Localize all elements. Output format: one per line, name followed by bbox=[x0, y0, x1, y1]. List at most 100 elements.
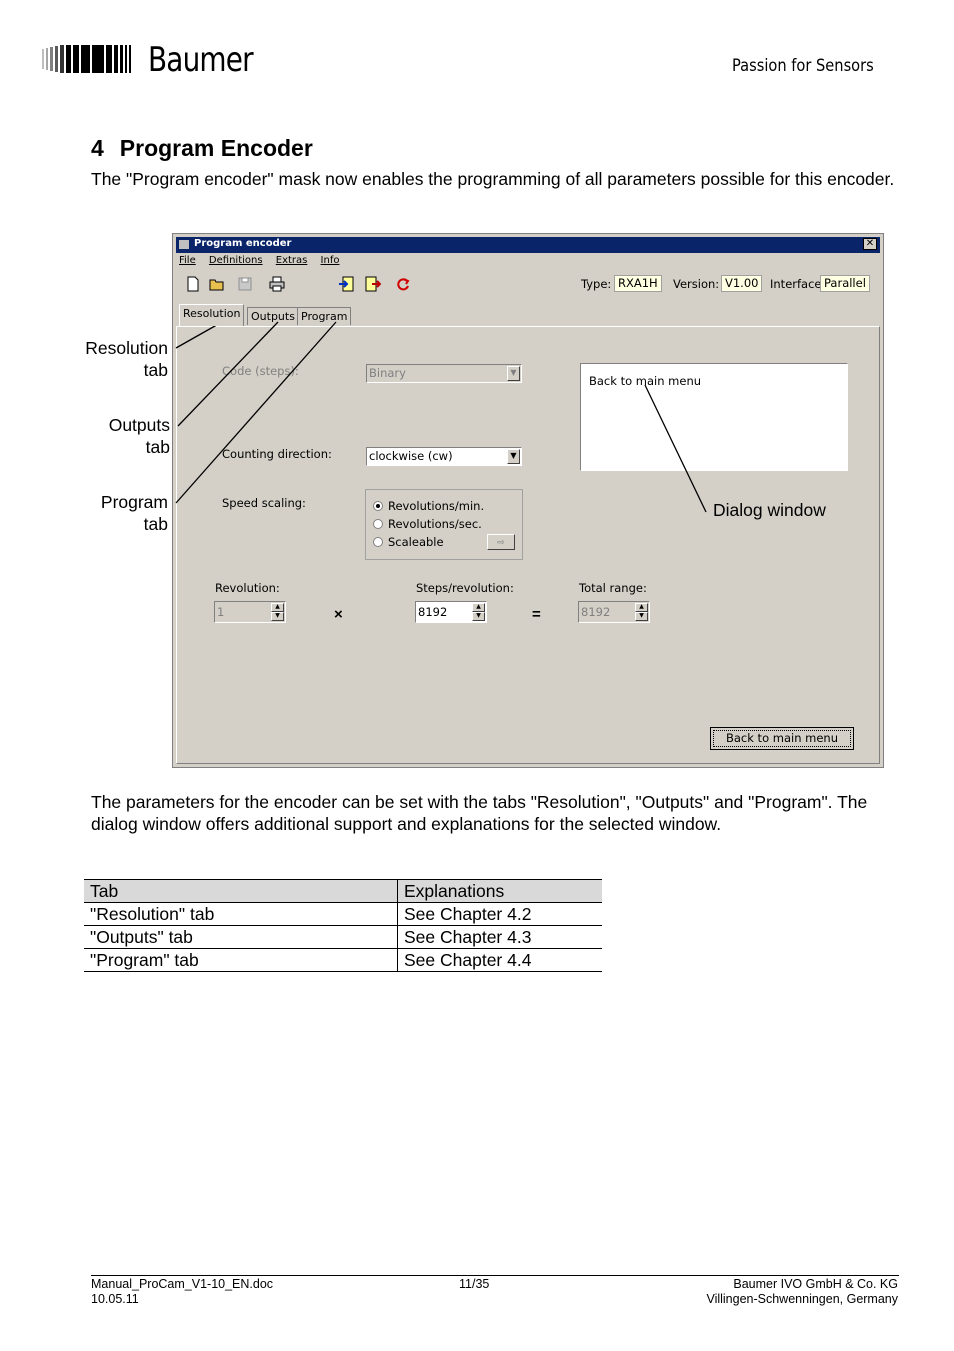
button-label: Back to main menu bbox=[713, 730, 851, 747]
new-file-icon[interactable] bbox=[185, 276, 201, 292]
tabs-table: Tab Explanations "Resolution" tab See Ch… bbox=[84, 879, 602, 972]
radio-revolutions-sec[interactable]: Revolutions/sec. bbox=[373, 517, 482, 531]
intro-paragraph: The "Program encoder" mask now enables t… bbox=[91, 169, 895, 189]
revolution-label: Revolution: bbox=[215, 581, 280, 595]
type-value: RXA1H bbox=[614, 275, 662, 292]
radio-label: Revolutions/min. bbox=[388, 499, 485, 513]
dialog-window-callout: Dialog window bbox=[713, 500, 826, 520]
revolution-spinner[interactable]: 1 ▲ ▼ bbox=[214, 601, 286, 623]
total-range-label: Total range: bbox=[579, 581, 647, 595]
table-cell: "Program" tab bbox=[84, 948, 398, 972]
code-select[interactable]: Binary ▼ bbox=[366, 364, 522, 383]
reset-icon[interactable] bbox=[395, 276, 411, 292]
steps-value: 8192 bbox=[418, 605, 448, 619]
table-cell: See Chapter 4.2 bbox=[397, 902, 602, 926]
speed-scaling-label: Speed scaling: bbox=[222, 496, 306, 510]
dialog-window: Back to main menu bbox=[580, 363, 848, 471]
body-paragraph: The parameters for the encoder can be se… bbox=[91, 792, 868, 834]
print-icon[interactable] bbox=[269, 276, 285, 292]
code-value: Binary bbox=[369, 366, 406, 380]
open-folder-icon[interactable] bbox=[209, 276, 225, 292]
back-to-main-menu-button[interactable]: Back to main menu bbox=[710, 727, 854, 750]
arrow-up-icon[interactable]: ▲ bbox=[635, 603, 648, 612]
radio-selected-icon bbox=[373, 501, 383, 511]
dialog-text: Back to main menu bbox=[589, 374, 702, 388]
table-cell: "Outputs" tab bbox=[84, 925, 398, 949]
window-titlebar: Program encoder ✕ bbox=[176, 237, 880, 253]
spinner-buttons[interactable]: ▲ ▼ bbox=[271, 603, 284, 621]
table-row: "Resolution" tab See Chapter 4.2 bbox=[84, 902, 602, 926]
multiply-sign: × bbox=[334, 606, 343, 623]
footer-page: 11/35 bbox=[459, 1277, 490, 1291]
scaleable-arrow-button[interactable]: ⇨ bbox=[487, 534, 515, 550]
version-label: Version: bbox=[673, 277, 720, 291]
code-label: Code (steps): bbox=[222, 364, 299, 378]
steps-label: Steps/revolution: bbox=[416, 581, 514, 595]
resolution-callout: Resolution tab bbox=[60, 337, 168, 381]
spinner-buttons[interactable]: ▲ ▼ bbox=[635, 603, 648, 621]
counting-direction-label: Counting direction: bbox=[222, 447, 332, 461]
version-value: V1.00 bbox=[721, 275, 763, 292]
total-range-spinner[interactable]: 8192 ▲ ▼ bbox=[578, 601, 650, 623]
arrow-down-icon[interactable]: ▼ bbox=[271, 612, 284, 621]
counting-direction-select[interactable]: clockwise (cw) ▼ bbox=[366, 447, 522, 466]
footer-date: 10.05.11 bbox=[91, 1292, 139, 1306]
revolution-value: 1 bbox=[217, 605, 225, 619]
callout-text: Resolution bbox=[85, 338, 168, 358]
outputs-callout: Outputs tab bbox=[60, 414, 170, 458]
tab-outputs[interactable]: Outputs bbox=[247, 307, 299, 325]
table-row: "Program" tab See Chapter 4.4 bbox=[84, 948, 602, 972]
table-header: Tab bbox=[84, 879, 398, 903]
callout-text: tab bbox=[143, 360, 168, 380]
footer-company: Baumer IVO GmbH & Co. KG bbox=[733, 1277, 898, 1291]
close-button[interactable]: ✕ bbox=[863, 238, 877, 250]
radio-label: Scaleable bbox=[388, 535, 444, 549]
menu-definitions[interactable]: Definitions bbox=[209, 255, 263, 266]
chevron-down-icon: ▼ bbox=[507, 449, 520, 464]
total-range-value: 8192 bbox=[581, 605, 611, 619]
section-number: 4 bbox=[91, 135, 104, 161]
menu-file[interactable]: File bbox=[179, 255, 196, 266]
radio-scaleable[interactable]: Scaleable bbox=[373, 535, 444, 549]
menu-bar: File Definitions Extras Info bbox=[179, 255, 349, 266]
menu-info[interactable]: Info bbox=[321, 255, 340, 266]
arrow-down-icon[interactable]: ▼ bbox=[472, 612, 485, 621]
menu-extras[interactable]: Extras bbox=[276, 255, 308, 266]
section-title: Program Encoder bbox=[119, 135, 313, 161]
table-row: "Outputs" tab See Chapter 4.3 bbox=[84, 925, 602, 949]
footer-location: Villingen-Schwenningen, Germany bbox=[706, 1292, 898, 1306]
radio-label: Revolutions/sec. bbox=[388, 517, 482, 531]
save-icon[interactable] bbox=[237, 276, 253, 292]
program-callout: Program tab bbox=[60, 491, 168, 535]
interface-value: Parallel bbox=[820, 275, 870, 292]
equals-sign: = bbox=[532, 606, 541, 623]
footer-right: Baumer IVO GmbH & Co. KG Villingen-Schwe… bbox=[706, 1277, 898, 1307]
counting-direction-value: clockwise (cw) bbox=[369, 449, 453, 463]
baumer-logo-icon bbox=[42, 45, 131, 73]
write-encoder-icon[interactable] bbox=[365, 276, 381, 292]
read-encoder-icon[interactable] bbox=[339, 276, 355, 292]
footer-file: Manual_ProCam_V1-10_EN.doc bbox=[91, 1277, 274, 1291]
callout-text: Outputs bbox=[108, 415, 170, 435]
table-cell: See Chapter 4.4 bbox=[397, 948, 602, 972]
arrow-up-icon[interactable]: ▲ bbox=[271, 603, 284, 612]
footer-rule bbox=[91, 1275, 899, 1276]
table-cell: "Resolution" tab bbox=[84, 902, 398, 926]
tagline: Passion for Sensors bbox=[732, 56, 874, 76]
chevron-down-icon: ▼ bbox=[507, 366, 520, 381]
table-header: Explanations bbox=[397, 879, 602, 903]
arrow-up-icon[interactable]: ▲ bbox=[472, 603, 485, 612]
callout-text: tab bbox=[143, 514, 168, 534]
brand-name: Baumer bbox=[148, 40, 254, 80]
type-label: Type: bbox=[581, 277, 612, 291]
spinner-buttons[interactable]: ▲ ▼ bbox=[472, 603, 485, 621]
footer-left: Manual_ProCam_V1-10_EN.doc 10.05.11 bbox=[91, 1277, 273, 1307]
tab-program[interactable]: Program bbox=[297, 307, 352, 325]
callout-text: Program bbox=[100, 492, 168, 512]
callout-text: tab bbox=[145, 437, 170, 457]
tab-resolution[interactable]: Resolution bbox=[179, 304, 245, 326]
steps-spinner[interactable]: 8192 ▲ ▼ bbox=[415, 601, 487, 623]
radio-revolutions-min[interactable]: Revolutions/min. bbox=[373, 499, 484, 513]
arrow-down-icon[interactable]: ▼ bbox=[635, 612, 648, 621]
table-header-row: Tab Explanations bbox=[84, 879, 602, 903]
